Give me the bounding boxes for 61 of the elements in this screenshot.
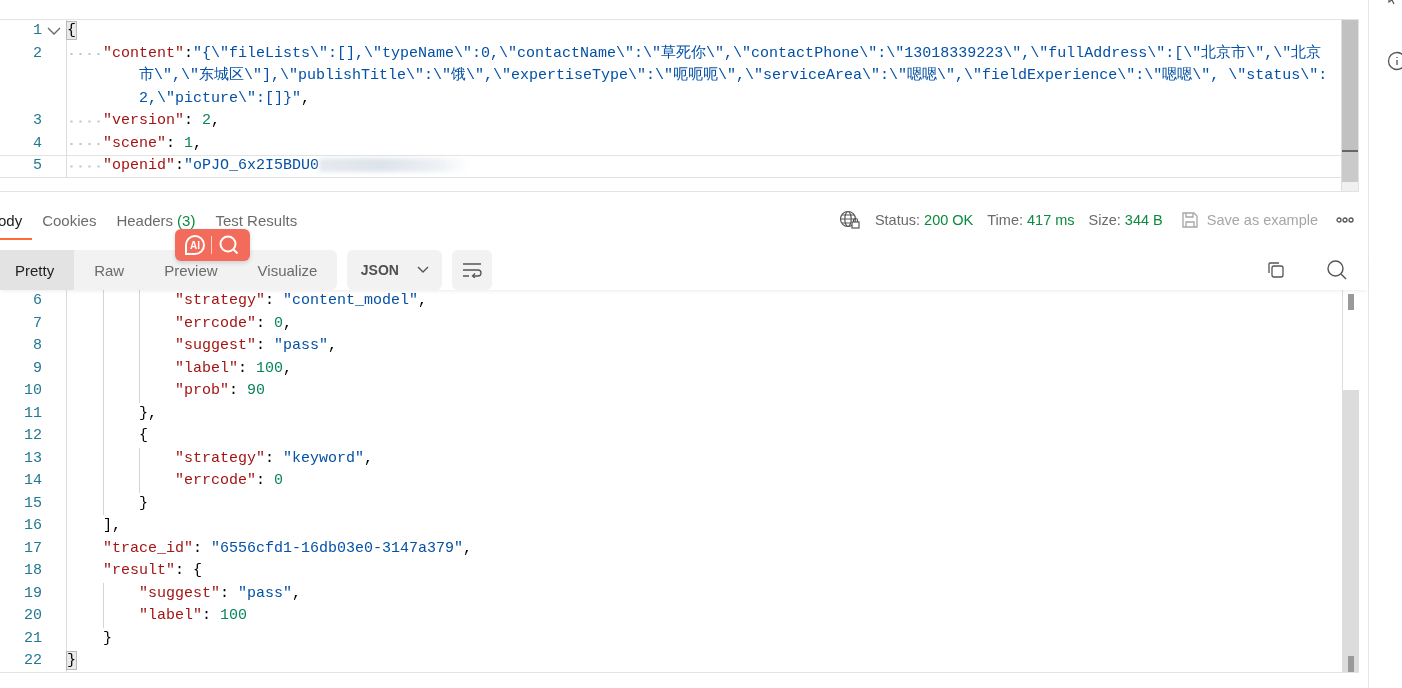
format-dropdown[interactable]: JSON bbox=[347, 250, 443, 290]
line-number: 15 bbox=[23, 493, 42, 514]
code-line: "label": 100, bbox=[175, 358, 293, 379]
code-line: "strategy": "content_model", bbox=[175, 291, 428, 311]
line-number: 4 bbox=[32, 133, 42, 154]
line-number: 10 bbox=[23, 381, 42, 401]
request-body-editor[interactable] bbox=[0, 19, 1359, 192]
code-line: "openid":"oPJO_6x2I5BDU0 bbox=[103, 155, 1341, 178]
chevron-down-icon[interactable] bbox=[47, 26, 61, 37]
wrap-lines-button[interactable] bbox=[452, 250, 493, 290]
response-stat: Status: 200 OK bbox=[874, 212, 974, 228]
code-line: "result": { bbox=[103, 561, 203, 581]
code-line: "label": 100 bbox=[139, 606, 248, 626]
code-line: "strategy": "keyword", bbox=[175, 448, 374, 469]
line-number: 13 bbox=[23, 448, 42, 469]
response-stat: Time: 417 ms bbox=[987, 212, 1075, 228]
code-line: ], bbox=[103, 516, 121, 536]
line-number: 14 bbox=[23, 471, 42, 491]
code-line: "trace_id": "6556cfd1-16db03e0-3147a379", bbox=[103, 538, 473, 559]
code-line: "prob": 90 bbox=[175, 381, 266, 401]
response-tab[interactable]: Cookies bbox=[32, 200, 107, 240]
scrollbar[interactable] bbox=[1341, 20, 1358, 191]
info-icon[interactable] bbox=[1387, 51, 1402, 71]
chevron-down-icon bbox=[416, 266, 429, 274]
code-line: "suggest": "pass", bbox=[139, 583, 302, 604]
response-stat: Size: 344 B bbox=[1088, 212, 1163, 228]
code-line: "errcode": 0 bbox=[175, 471, 284, 491]
line-number: 17 bbox=[23, 538, 42, 559]
line-number: 21 bbox=[23, 628, 42, 649]
code-line: "content":"{\"fileLists\":[],\"typeName\":0,\"contactName\":\"草死你\",\"contactPhone\":\"13018339223\",\"fullAddress\":[\"北京市\",\"北京市\",\"东城区\"],\"publishTitle\":\"饿\",\"expertiseType\":\"呃呃呃\",\"serviceArea\":\"嗯嗯\",\"fieldExperience\":\"嗯嗯\", \"status\":2,\"picture\":[]}", bbox=[103, 43, 1329, 109]
line-number: 8 bbox=[32, 336, 42, 356]
code-line: { bbox=[139, 426, 148, 446]
line-number: 12 bbox=[23, 426, 42, 446]
view-mode-tab[interactable]: Pretty bbox=[0, 250, 75, 290]
line-number: 5 bbox=[32, 156, 42, 176]
line-number: 7 bbox=[32, 313, 42, 334]
line-number: 3 bbox=[32, 111, 42, 131]
line-number: 18 bbox=[23, 561, 42, 581]
line-number: 2 bbox=[32, 43, 42, 64]
line-number: 6 bbox=[32, 291, 42, 311]
line-number: 16 bbox=[23, 516, 42, 536]
globe-lock-icon[interactable] bbox=[838, 210, 861, 230]
code-line: "scene": 1, bbox=[103, 133, 204, 154]
more-icon[interactable] bbox=[1336, 217, 1354, 223]
ai-chat-icon[interactable]: AI bbox=[185, 235, 205, 255]
line-number: 20 bbox=[23, 606, 42, 626]
line-number: 9 bbox=[32, 358, 42, 379]
scrollbar[interactable] bbox=[1342, 290, 1359, 672]
line-number: 11 bbox=[23, 403, 42, 424]
line-number: 19 bbox=[23, 583, 42, 604]
wrap-lines-icon bbox=[462, 262, 483, 278]
ai-search-tooltip[interactable]: AI bbox=[175, 229, 250, 261]
code-line: "version": 2, bbox=[103, 111, 222, 131]
code-line: } bbox=[139, 493, 148, 514]
code-line: }, bbox=[139, 403, 157, 424]
code-line: "suggest": "pass", bbox=[175, 336, 338, 356]
view-mode-tab[interactable]: Raw bbox=[74, 250, 145, 290]
line-number: 1 bbox=[32, 21, 42, 41]
code-line: } bbox=[103, 628, 112, 649]
code-line: "errcode": 0, bbox=[175, 313, 293, 334]
line-number: 22 bbox=[23, 651, 42, 671]
